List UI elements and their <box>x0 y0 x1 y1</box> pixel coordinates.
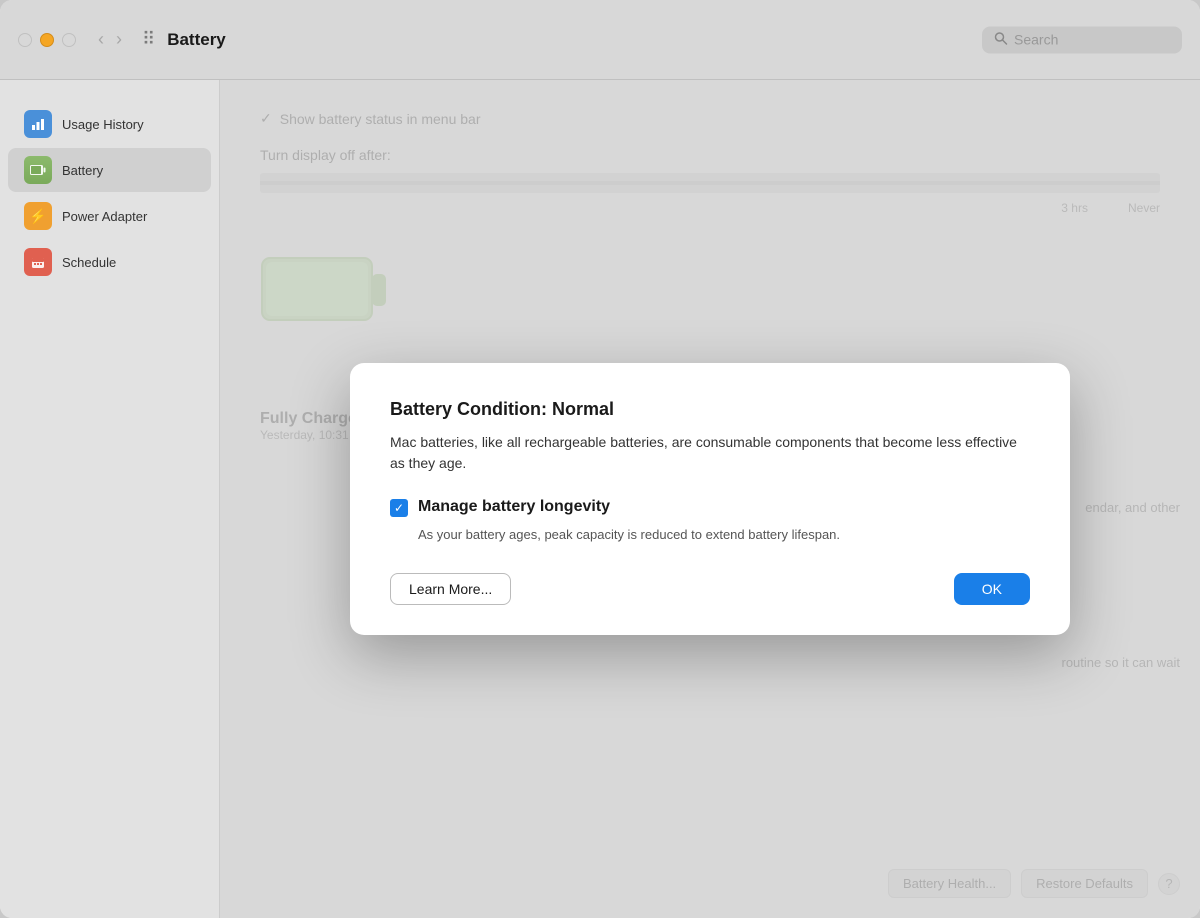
checkbox-sublabel: As your battery ages, peak capacity is r… <box>418 525 1030 545</box>
search-icon <box>994 31 1008 48</box>
usage-history-icon <box>24 110 52 138</box>
forward-button[interactable]: › <box>112 27 126 52</box>
search-placeholder: Search <box>1014 32 1058 48</box>
modal-dialog: Battery Condition: Normal Mac batteries,… <box>350 363 1070 635</box>
sidebar-item-power-adapter-label: Power Adapter <box>62 209 147 224</box>
checkbox-check-icon: ✓ <box>394 501 404 515</box>
window-controls <box>18 33 76 47</box>
modal-backdrop: Battery Condition: Normal Mac batteries,… <box>220 80 1200 918</box>
learn-more-button[interactable]: Learn More... <box>390 573 511 605</box>
modal-buttons: Learn More... OK <box>390 573 1030 605</box>
sidebar: Usage History Battery ⚡ Power Adapter <box>0 80 220 918</box>
content-area: Usage History Battery ⚡ Power Adapter <box>0 80 1200 918</box>
sidebar-item-usage-history-label: Usage History <box>62 117 144 132</box>
window-title: Battery <box>167 30 226 50</box>
sidebar-item-schedule[interactable]: Schedule <box>8 240 211 284</box>
search-box[interactable]: Search <box>982 26 1182 53</box>
sidebar-item-power-adapter[interactable]: ⚡ Power Adapter <box>8 194 211 238</box>
title-bar: ‹ › ⠿ Battery Search <box>0 0 1200 80</box>
minimize-button[interactable] <box>40 33 54 47</box>
back-button[interactable]: ‹ <box>94 27 108 52</box>
close-button[interactable] <box>18 33 32 47</box>
maximize-button[interactable] <box>62 33 76 47</box>
sidebar-item-battery[interactable]: Battery <box>8 148 211 192</box>
power-adapter-icon: ⚡ <box>24 202 52 230</box>
sidebar-item-usage-history[interactable]: Usage History <box>8 102 211 146</box>
ok-button[interactable]: OK <box>954 573 1030 605</box>
sidebar-item-schedule-label: Schedule <box>62 255 116 270</box>
modal-title: Battery Condition: Normal <box>390 399 1030 420</box>
sidebar-item-battery-label: Battery <box>62 163 103 178</box>
nav-buttons: ‹ › <box>94 27 126 52</box>
schedule-icon <box>24 248 52 276</box>
manage-longevity-checkbox[interactable]: ✓ <box>390 499 408 517</box>
grid-icon: ⠿ <box>142 29 155 50</box>
battery-icon <box>24 156 52 184</box>
checkbox-row: ✓ Manage battery longevity <box>390 498 1030 517</box>
main-pane: ✓ Show battery status in menu bar Turn d… <box>220 80 1200 918</box>
modal-description: Mac batteries, like all rechargeable bat… <box>390 432 1030 474</box>
main-window: ‹ › ⠿ Battery Search <box>0 0 1200 918</box>
checkbox-label: Manage battery longevity <box>418 498 610 516</box>
